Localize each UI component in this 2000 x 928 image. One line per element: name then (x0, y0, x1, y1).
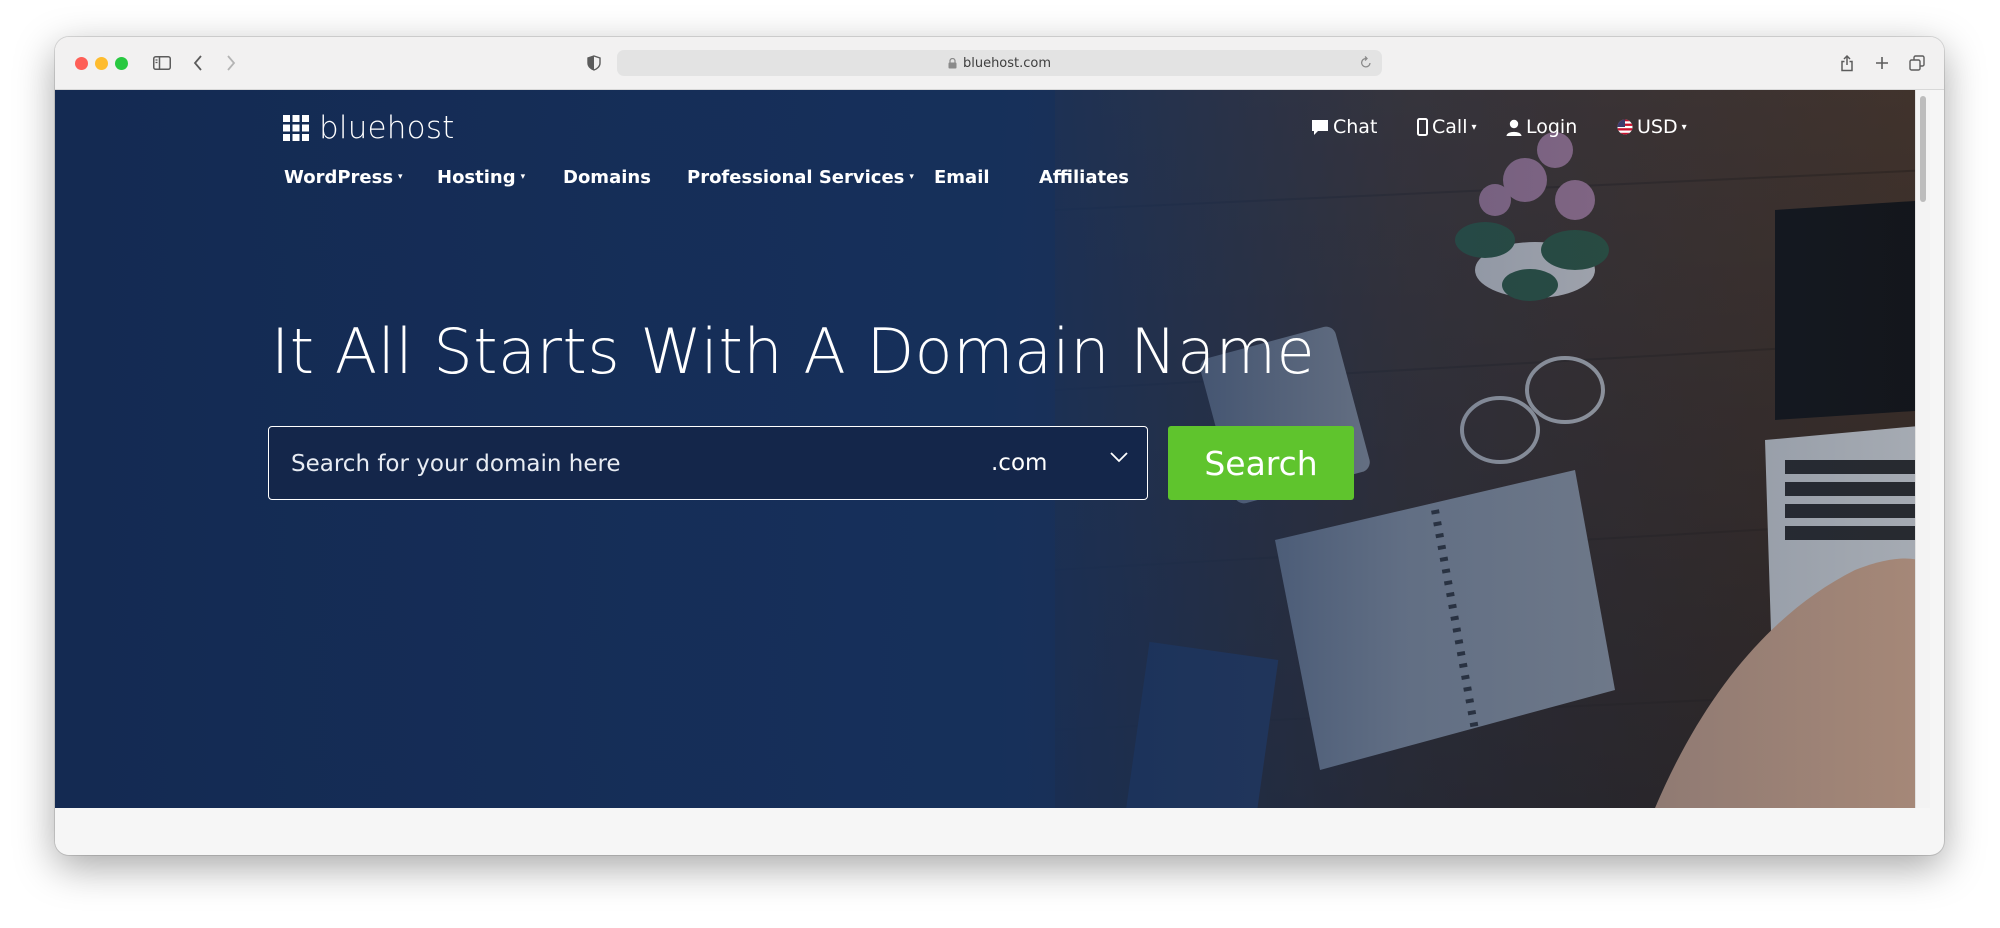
hero-headline: It All Starts With A Domain Name (271, 315, 1316, 388)
nav-item-wordpress[interactable]: WordPress ▾ (284, 167, 437, 188)
back-icon[interactable] (188, 51, 208, 75)
browser-window: bluehost .com bluehost Chat Call ▾ Login … (55, 37, 1944, 855)
forward-icon[interactable] (221, 51, 241, 75)
nav-item-affiliates[interactable]: Affiliates (1039, 167, 1129, 188)
nav-item-domains[interactable]: Domains (563, 167, 687, 188)
chat-label: Chat (1333, 116, 1378, 138)
search-button[interactable]: Search (1168, 426, 1354, 500)
minimize-window-button[interactable] (95, 57, 108, 70)
privacy-shield-icon[interactable] (583, 51, 605, 75)
nav-label: Professional Services (687, 166, 905, 188)
nav-item-professional-services[interactable]: Professional Services ▾ (687, 167, 934, 188)
tab-overview-icon[interactable] (1906, 51, 1928, 75)
logo-text: bluehost (319, 110, 455, 146)
close-window-button[interactable] (75, 57, 88, 70)
chat-bubble-icon (1311, 119, 1329, 136)
caret-down-icon: ▾ (520, 172, 526, 182)
user-icon (1506, 119, 1522, 136)
nav-label: WordPress (284, 166, 394, 188)
scrollbar-thumb[interactable] (1920, 96, 1926, 202)
login-link[interactable]: Login (1506, 112, 1577, 142)
tld-selected-value: .com (991, 450, 1048, 476)
page-viewport: bluehost Chat Call ▾ Login USD ▾ WordPre… (55, 90, 1930, 855)
currency-label: USD (1637, 116, 1678, 138)
zoom-window-button[interactable] (115, 57, 128, 70)
nav-item-hosting[interactable]: Hosting ▾ (437, 167, 563, 188)
share-icon[interactable] (1836, 51, 1858, 75)
caret-down-icon: ▾ (909, 172, 914, 182)
address-bar[interactable]: bluehost.com (617, 50, 1382, 76)
domain-search-box: .com (268, 426, 1148, 501)
chat-link[interactable]: Chat (1311, 112, 1377, 142)
sidebar-icon[interactable] (149, 51, 175, 75)
nav-label: Email (934, 166, 990, 188)
domain-search-input[interactable] (289, 427, 993, 501)
lock-icon (948, 57, 957, 69)
nav-label: Hosting (437, 166, 516, 188)
login-label: Login (1526, 116, 1578, 138)
reload-icon[interactable] (1360, 55, 1372, 69)
chevron-down-icon (1109, 451, 1129, 463)
call-menu[interactable]: Call ▾ (1417, 112, 1477, 142)
new-tab-icon[interactable] (1871, 51, 1893, 75)
call-label: Call (1432, 116, 1468, 138)
logo-grid-icon (283, 115, 309, 141)
caret-down-icon: ▾ (1471, 121, 1477, 133)
caret-down-icon: ▾ (398, 172, 403, 182)
hero-section: bluehost Chat Call ▾ Login USD ▾ WordPre… (55, 90, 1930, 808)
tld-select[interactable]: .com (991, 427, 1141, 499)
caret-down-icon: ▾ (1681, 121, 1687, 133)
main-navigation: WordPress ▾ Hosting ▾ Domains Profession… (284, 162, 1129, 192)
page-scrollbar[interactable] (1915, 90, 1930, 808)
browser-toolbar: bluehost.com (55, 37, 1944, 90)
phone-icon (1417, 118, 1428, 136)
address-url: bluehost.com (962, 55, 1052, 71)
us-flag-icon (1617, 119, 1633, 135)
nav-label: Affiliates (1039, 166, 1130, 188)
currency-selector[interactable]: USD ▾ (1617, 112, 1687, 142)
nav-item-email[interactable]: Email (934, 167, 1039, 188)
bluehost-logo[interactable]: bluehost (283, 110, 455, 146)
nav-label: Domains (563, 166, 651, 188)
